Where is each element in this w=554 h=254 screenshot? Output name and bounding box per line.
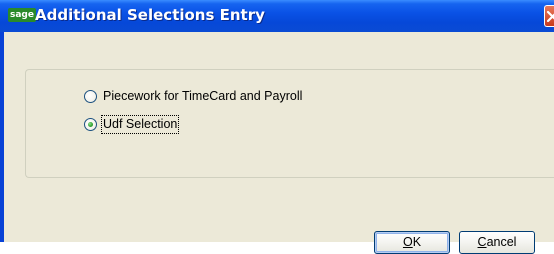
radio-selected-dot (88, 122, 93, 127)
close-icon (546, 10, 554, 23)
radio-piecework[interactable] (84, 90, 97, 103)
option-piecework-label: Piecework for TimeCard and Payroll (103, 89, 303, 103)
cancel-button[interactable]: Cancel (459, 231, 535, 254)
title-bar[interactable]: sage Additional Selections Entry (0, 0, 554, 32)
dialog-body: Piecework for TimeCard and Payroll Udf S… (4, 32, 554, 254)
close-button[interactable] (544, 5, 554, 27)
cancel-accel: C (477, 235, 487, 249)
window-title: Additional Selections Entry (35, 6, 265, 24)
ok-label-rest: K (412, 235, 422, 249)
option-udf-selection-label: Udf Selection (100, 115, 180, 134)
dialog-window: sage Additional Selections Entry Piecewo… (0, 0, 554, 254)
ok-accel: O (402, 235, 413, 249)
cancel-label-rest: ancel (486, 235, 517, 249)
sage-logo-icon: sage (8, 8, 36, 22)
ok-button[interactable]: OK (374, 231, 450, 254)
radio-udf-selection[interactable] (84, 118, 97, 131)
